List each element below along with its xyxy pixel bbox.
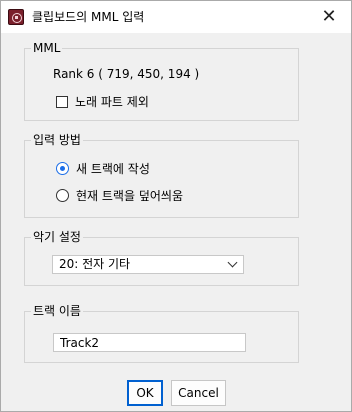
window-title: 클립보드의 MML 입력 <box>32 10 145 24</box>
exclude-vocal-label: 노래 파트 제외 <box>75 95 149 109</box>
track-name-input[interactable] <box>53 333 246 352</box>
rank-text: Rank 6 ( 719, 450, 194 ) <box>53 67 200 81</box>
ok-button[interactable]: OK <box>127 380 163 406</box>
overwrite-track-option[interactable]: 현재 트랙을 덮어씌움 <box>56 187 183 204</box>
close-icon[interactable]: ✕ <box>319 7 339 27</box>
exclude-vocal-option[interactable]: 노래 파트 제외 <box>56 93 149 110</box>
title-bar: 클립보드의 MML 입력 ✕ <box>1 1 351 33</box>
instrument-select[interactable]: 20: 전자 기타 <box>52 255 244 274</box>
mml-group-legend: MML <box>33 41 61 55</box>
exclude-vocal-checkbox[interactable] <box>56 95 68 108</box>
overwrite-track-radio[interactable] <box>56 189 69 202</box>
app-icon <box>8 9 24 25</box>
instrument-legend: 악기 설정 <box>33 230 81 244</box>
instrument-select-value: 20: 전자 기타 <box>59 257 131 271</box>
new-track-radio[interactable] <box>56 162 69 175</box>
mml-input-dialog: 클립보드의 MML 입력 ✕ MML Rank 6 ( 719, 450, 19… <box>0 0 352 412</box>
overwrite-track-label: 현재 트랙을 덮어씌움 <box>76 189 183 203</box>
chevron-down-icon[interactable] <box>223 256 243 273</box>
track-name-legend: 트랙 이름 <box>33 304 81 318</box>
cancel-button[interactable]: Cancel <box>171 380 226 406</box>
input-method-legend: 입력 방법 <box>33 133 81 147</box>
new-track-option[interactable]: 새 트랙에 작성 <box>56 160 150 177</box>
new-track-label: 새 트랙에 작성 <box>76 162 150 176</box>
